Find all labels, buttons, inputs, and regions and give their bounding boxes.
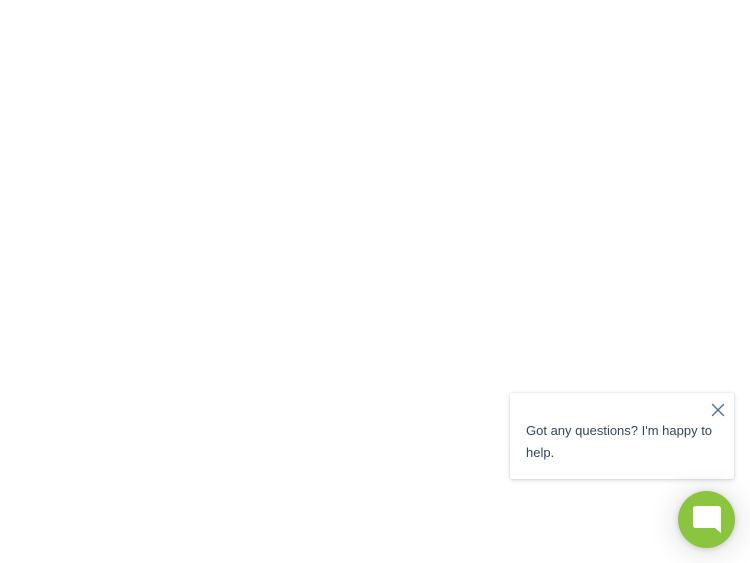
chat-welcome-message: Got any questions? I'm happy to help.: [526, 423, 713, 460]
chat-welcome-popup: Got any questions? I'm happy to help.: [510, 393, 734, 479]
chat-launcher-button[interactable]: [678, 491, 735, 548]
close-icon: [711, 403, 725, 417]
chat-bubble-icon: [692, 505, 721, 533]
close-button[interactable]: [709, 401, 727, 419]
page: Got any questions? I'm happy to help.: [0, 0, 750, 563]
